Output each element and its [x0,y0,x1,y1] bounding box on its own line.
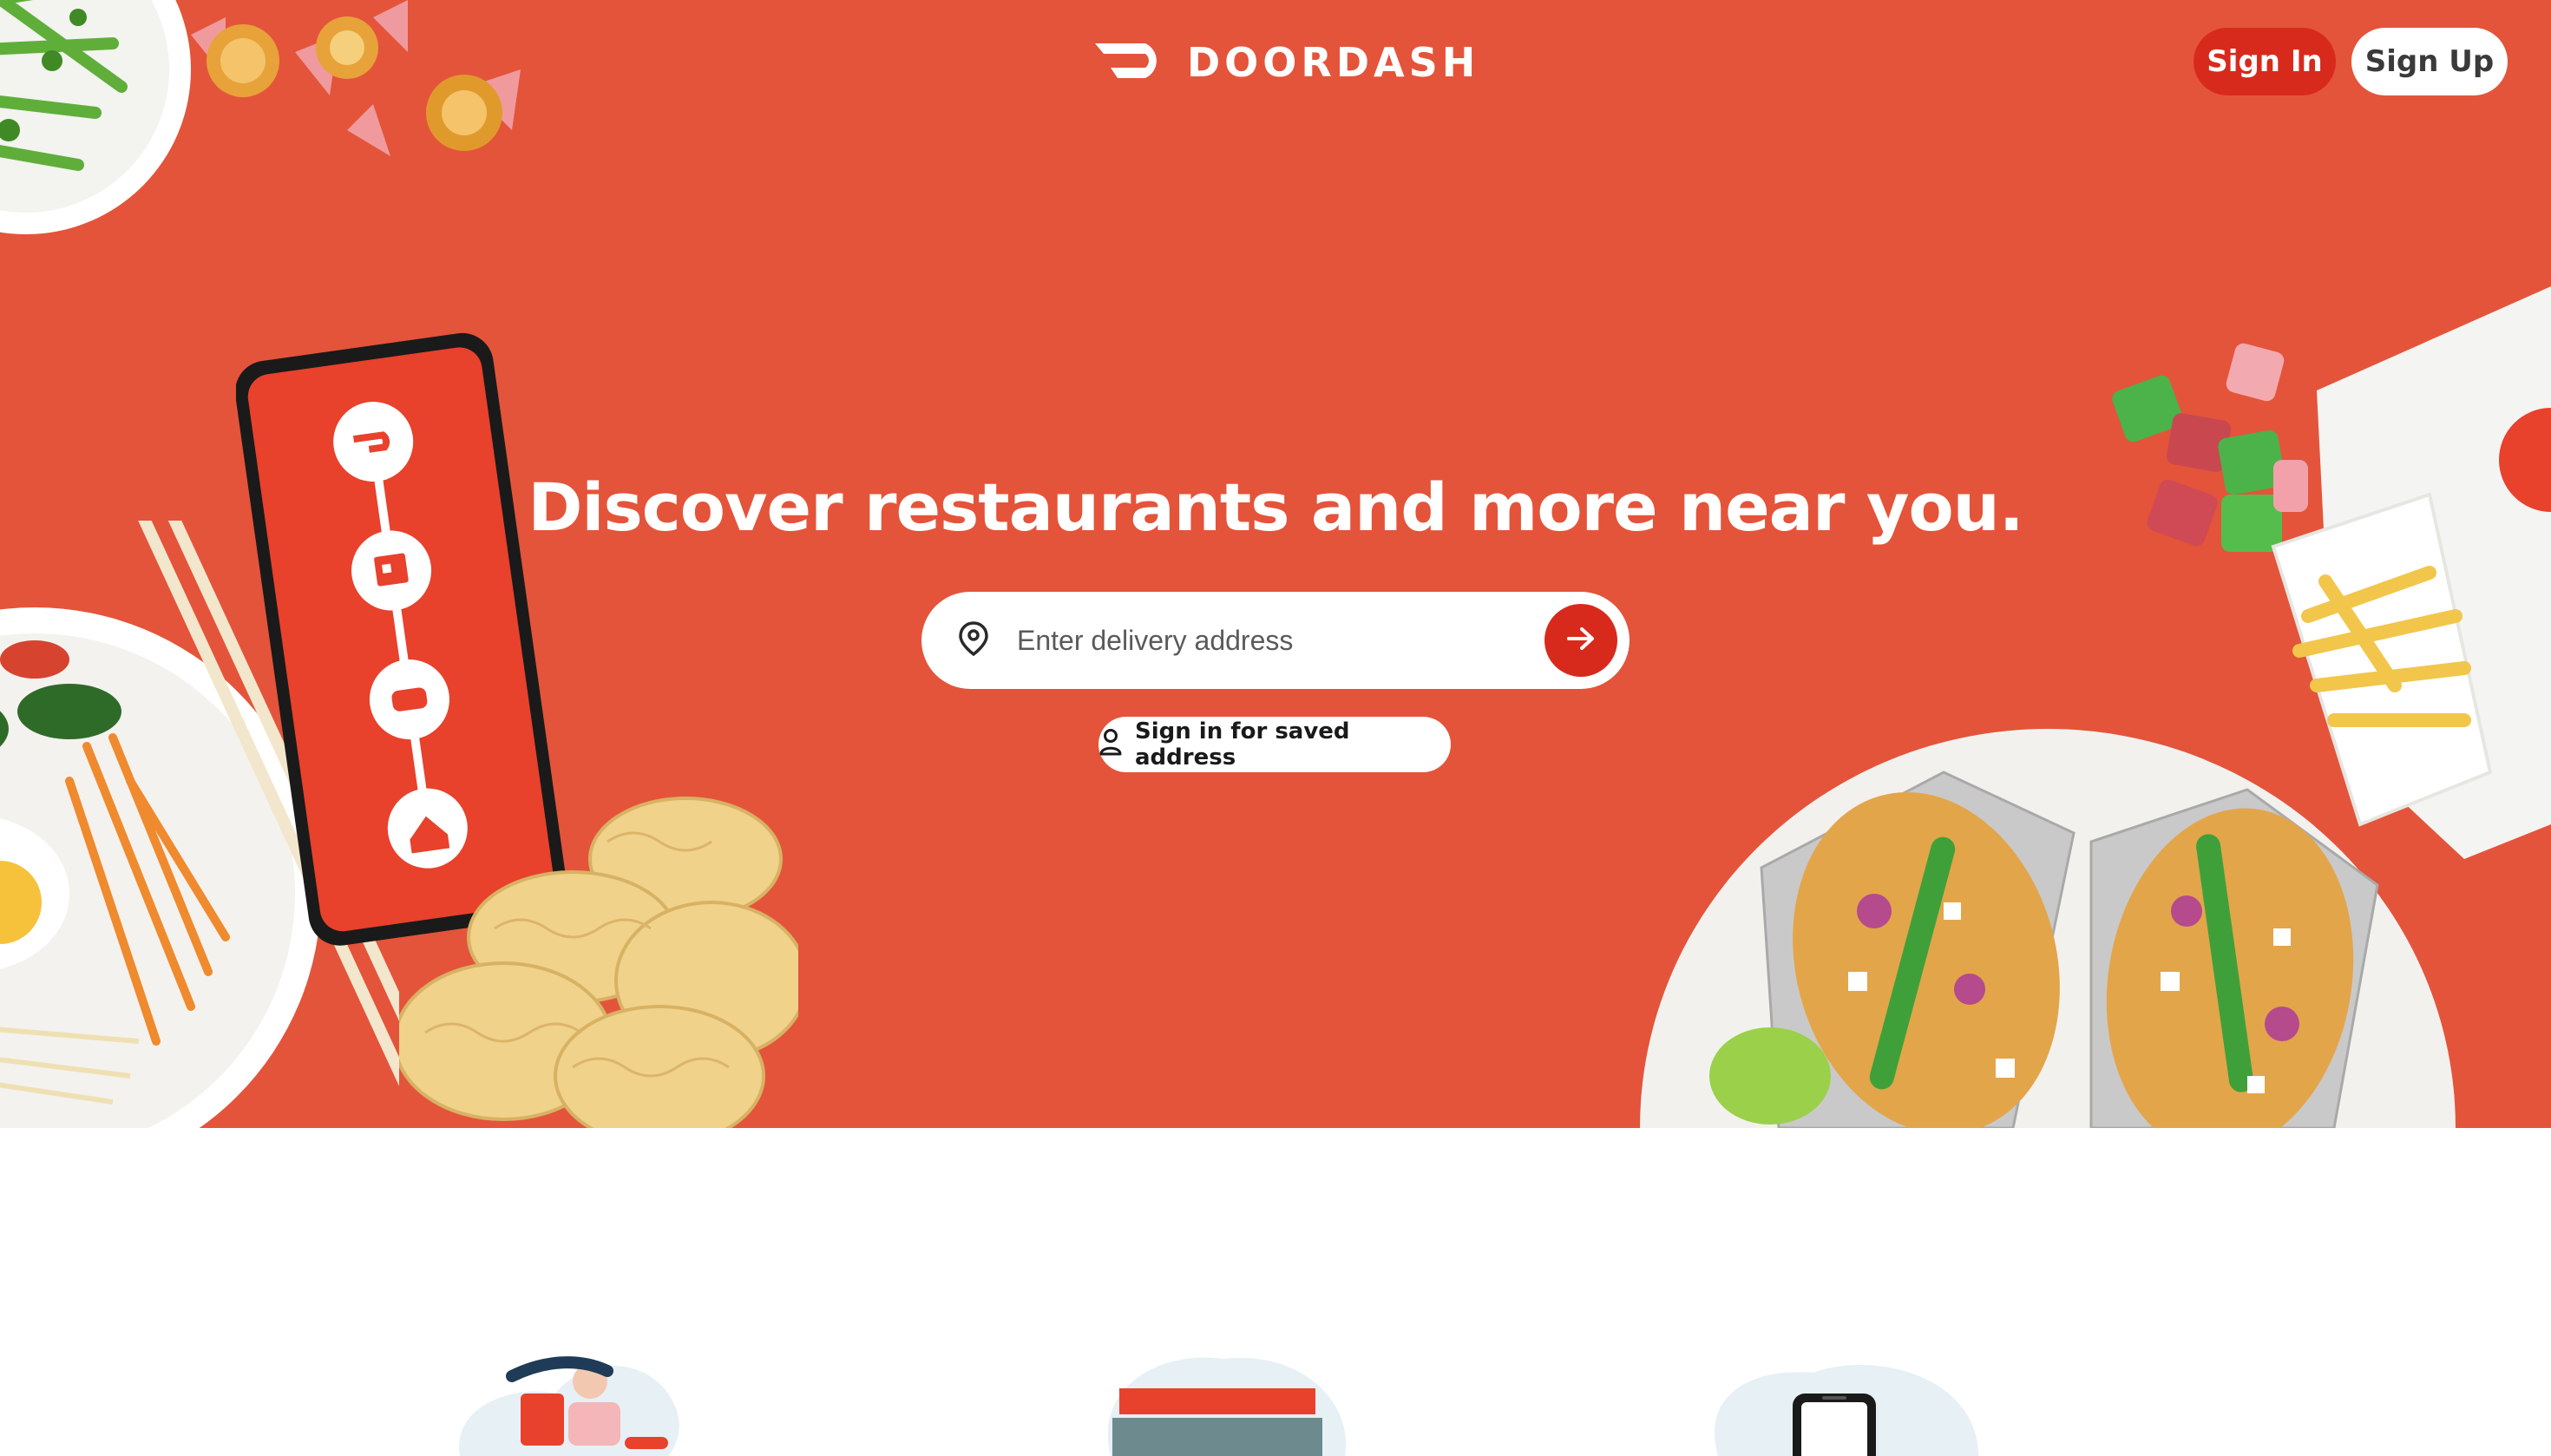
sign-up-button[interactable]: Sign Up [2351,28,2508,95]
auth-buttons: Sign In Sign Up [2194,28,2508,95]
hero-headline: Discover restaurants and more near you. [528,469,2023,546]
salad-bowl-image [0,0,200,304]
storefront-illustration [1093,1350,1354,1456]
phone-illustration [1701,1350,1996,1456]
map-pin-icon [958,620,989,660]
address-search-bar [921,592,1630,689]
page: DOORDASH Sign In Sign Up Discover restau… [0,0,2551,1456]
candies-image [174,0,555,174]
brand-name: DOORDASH [1187,38,1480,86]
hero-section: DOORDASH Sign In Sign Up Discover restau… [0,0,2551,1128]
arrow-right-icon [1565,625,1597,657]
delivery-address-input[interactable] [1015,623,1505,658]
tacos-plate-image [1640,712,2464,1128]
saved-address-label: Sign in for saved address [1135,718,1350,771]
brand-logo[interactable]: DOORDASH [1092,38,1479,86]
doordash-logo-icon [1092,38,1170,86]
sign-in-button[interactable]: Sign In [2194,28,2336,95]
user-icon [1098,728,1123,762]
search-submit-button[interactable] [1544,604,1617,677]
courier-illustration [451,1350,712,1456]
saved-address-button[interactable]: Sign in for saved address [1098,717,1451,772]
potato-chips-image [393,790,809,1128]
